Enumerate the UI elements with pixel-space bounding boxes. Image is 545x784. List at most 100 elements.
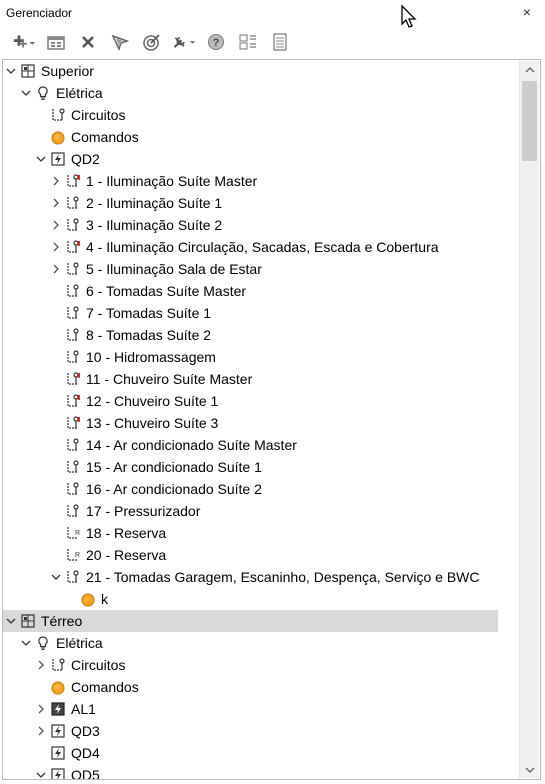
tree-node-circuit[interactable]: 13 - Chuveiro Suíte 3: [3, 412, 518, 434]
tree-node-circuit[interactable]: 14 - Ar condicionado Suíte Master: [3, 434, 518, 456]
chevron-right-icon[interactable]: [34, 720, 48, 742]
tree-node-label: 5 - Iluminação Sala de Estar: [86, 261, 262, 277]
tree-node-circuit[interactable]: 1 - Iluminação Suíte Master: [3, 170, 518, 192]
tree-node-circuit[interactable]: 8 - Tomadas Suíte 2: [3, 324, 518, 346]
add-icon: [13, 35, 36, 48]
tree-node-comandos[interactable]: Comandos: [3, 126, 518, 148]
chevron-down-icon[interactable]: [34, 148, 48, 170]
add-button[interactable]: [12, 31, 36, 53]
tree-node-label: 6 - Tomadas Suíte Master: [86, 283, 247, 299]
tools-icon: [173, 36, 196, 48]
circuit-icon: [50, 107, 66, 123]
tree-node-circuit[interactable]: 5 - Iluminação Sala de Estar: [3, 258, 518, 280]
circuit-icon: [65, 261, 81, 277]
circuit-icon: [65, 503, 81, 519]
tree-node-qd5[interactable]: QD5: [3, 764, 518, 779]
filter-button[interactable]: [108, 31, 132, 53]
tree-node-circuit[interactable]: 10 - Hidromassagem: [3, 346, 518, 368]
chevron-down-icon[interactable]: [19, 82, 33, 104]
vertical-scrollbar[interactable]: [519, 61, 539, 778]
chevron-down-icon[interactable]: [4, 610, 18, 632]
tree-node-label: Superior: [41, 63, 94, 79]
tree-node-circuit[interactable]: R 18 - Reserva: [3, 522, 518, 544]
tree-node-label: k: [101, 591, 108, 607]
circuit-icon: [65, 327, 81, 343]
document-button[interactable]: [268, 31, 292, 53]
tree-node-k[interactable]: k: [3, 588, 518, 610]
mouse-cursor-icon: [401, 4, 417, 28]
panel-board-icon: [50, 723, 66, 739]
svg-text:R: R: [75, 530, 80, 537]
tree-node-label: Elétrica: [56, 635, 103, 651]
tree-node-label: Comandos: [71, 129, 139, 145]
chevron-right-icon[interactable]: [49, 258, 63, 280]
tree-node-circuit[interactable]: 11 - Chuveiro Suíte Master: [3, 368, 518, 390]
tree-node-comandos[interactable]: Comandos: [3, 676, 518, 698]
target-button[interactable]: [140, 31, 164, 53]
tree-node-label: Circuitos: [71, 107, 126, 123]
tree-node-circuit[interactable]: 6 - Tomadas Suíte Master: [3, 280, 518, 302]
delete-button[interactable]: [76, 31, 100, 53]
tree-node-qd2[interactable]: QD2: [3, 148, 518, 170]
chevron-right-icon[interactable]: [49, 236, 63, 258]
chevron-right-icon[interactable]: [49, 214, 63, 236]
circuit-icon: [65, 195, 81, 211]
tree-node-circuit[interactable]: 2 - Iluminação Suíte 1: [3, 192, 518, 214]
chevron-right-icon[interactable]: [34, 698, 48, 720]
tree-node-qd3[interactable]: QD3: [3, 720, 518, 742]
command-icon: [50, 129, 66, 145]
tree-node-label: 21 - Tomadas Garagem, Escaninho, Despenç…: [86, 569, 480, 585]
chevron-right-icon[interactable]: [34, 654, 48, 676]
chevron-down-icon[interactable]: [49, 566, 63, 588]
properties-button[interactable]: [44, 31, 68, 53]
tree-node-circuit[interactable]: R 20 - Reserva: [3, 544, 518, 566]
tree-node-label: Elétrica: [56, 85, 103, 101]
tree-node-label: 15 - Ar condicionado Suíte 1: [86, 459, 262, 475]
close-button[interactable]: ×: [519, 4, 535, 20]
tree-node-superior[interactable]: Superior: [3, 60, 518, 82]
tree-node-label: 18 - Reserva: [86, 525, 167, 541]
circuit-icon: [65, 217, 81, 233]
tree-node-label: 4 - Iluminação Circulação, Sacadas, Esca…: [86, 239, 439, 255]
help-button[interactable]: ?: [204, 31, 228, 53]
tree-node-circuit[interactable]: 3 - Iluminação Suíte 2: [3, 214, 518, 236]
circuit-icon: [65, 393, 81, 409]
tree-node-label: 1 - Iluminação Suíte Master: [86, 173, 258, 189]
tree-node-circuit[interactable]: 4 - Iluminação Circulação, Sacadas, Esca…: [3, 236, 518, 258]
circuit-icon: [65, 239, 81, 255]
tree-node-qd4[interactable]: QD4: [3, 742, 518, 764]
scrollbar-thumb[interactable]: [522, 81, 537, 161]
svg-text:R: R: [75, 552, 80, 559]
tree-node-circuitos[interactable]: Circuitos: [3, 104, 518, 126]
circuit-icon: [65, 481, 81, 497]
tree-node-circuit[interactable]: 7 - Tomadas Suíte 1: [3, 302, 518, 324]
tree-node-circuit[interactable]: 15 - Ar condicionado Suíte 1: [3, 456, 518, 478]
tree-node-circuit[interactable]: 12 - Chuveiro Suíte 1: [3, 390, 518, 412]
tree-node-eletrica[interactable]: Elétrica: [3, 632, 518, 654]
lightbulb-icon: [35, 85, 51, 101]
tree-node-circuit[interactable]: 16 - Ar condicionado Suíte 2: [3, 478, 518, 500]
scroll-down-icon[interactable]: [520, 761, 539, 778]
scroll-up-icon[interactable]: [520, 61, 539, 78]
tree-node-terreo[interactable]: Térreo: [3, 610, 498, 632]
tree-node-label: 14 - Ar condicionado Suíte Master: [86, 437, 297, 453]
chevron-down-icon[interactable]: [34, 764, 48, 779]
tree-node-circuitos[interactable]: Circuitos: [3, 654, 518, 676]
delete-icon: [82, 36, 94, 48]
tree-node-eletrica[interactable]: Elétrica: [3, 82, 518, 104]
tree-panel: Superior Elétrica Circuitos Comandos QD2…: [2, 59, 541, 780]
tools-button[interactable]: [172, 31, 196, 53]
tree-node-label: Circuitos: [71, 657, 126, 673]
chevron-right-icon[interactable]: [49, 192, 63, 214]
chevron-down-icon[interactable]: [19, 632, 33, 654]
chevron-down-icon[interactable]: [4, 60, 18, 82]
circuit-icon: [65, 459, 81, 475]
chevron-right-icon[interactable]: [49, 170, 63, 192]
tree-node-al1[interactable]: AL1: [3, 698, 518, 720]
tree-node-circuit[interactable]: 17 - Pressurizador: [3, 500, 518, 522]
tree-node-circuit[interactable]: 21 - Tomadas Garagem, Escaninho, Despenç…: [3, 566, 518, 588]
tree-node-label: 16 - Ar condicionado Suíte 2: [86, 481, 262, 497]
tree-node-label: QD2: [71, 151, 100, 167]
tree-node-label: Comandos: [71, 679, 139, 695]
numbered-list-button[interactable]: [236, 31, 260, 53]
